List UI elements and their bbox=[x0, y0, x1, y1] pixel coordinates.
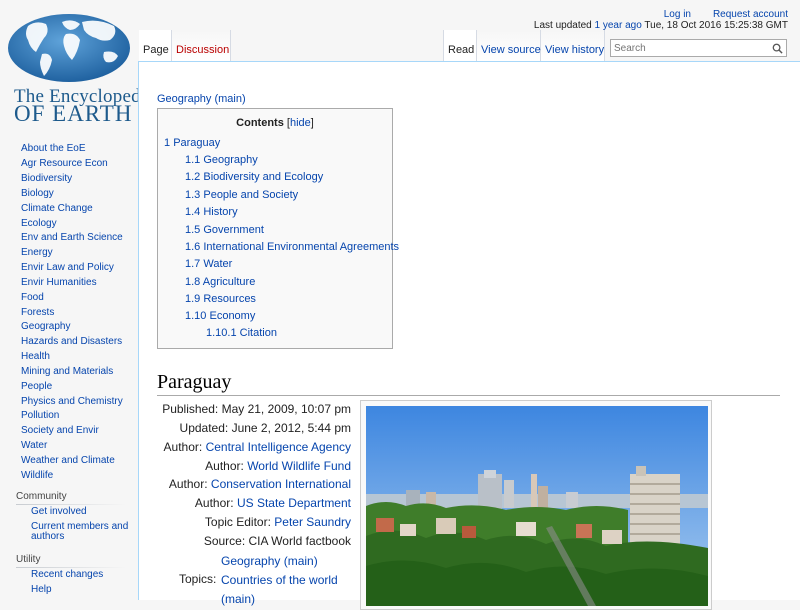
sidebar-item-society-envir[interactable]: Society and Envir bbox=[21, 425, 99, 436]
sidebar-item-envir-law-policy[interactable]: Envir Law and Policy bbox=[21, 262, 114, 273]
sidebar-item-people[interactable]: People bbox=[21, 381, 52, 392]
category-link[interactable]: Geography (main) bbox=[157, 93, 246, 105]
sidebar-item-health[interactable]: Health bbox=[21, 351, 50, 362]
topic-link[interactable]: (main) bbox=[221, 592, 255, 606]
search-input[interactable] bbox=[612, 41, 766, 55]
meta-author: Author: Central Intelligence Agency bbox=[163, 440, 351, 454]
sidebar-item-agr-resource-econ[interactable]: Agr Resource Econ bbox=[21, 158, 108, 169]
sidebar-item-climate-change[interactable]: Climate Change bbox=[21, 203, 93, 214]
author-link[interactable]: US State Department bbox=[237, 496, 351, 510]
sidebar-item-envir-humanities[interactable]: Envir Humanities bbox=[21, 277, 97, 288]
meta-updated: Updated: June 2, 2012, 5:44 pm bbox=[179, 421, 351, 435]
site-logo[interactable]: The Encyclopedia OF EARTH bbox=[4, 10, 155, 126]
author-link[interactable]: World Wildlife Fund bbox=[247, 459, 351, 473]
sidebar-item-recent-changes[interactable]: Recent changes bbox=[31, 570, 103, 580]
tab-view-source[interactable]: View source bbox=[477, 30, 541, 61]
meta-author: Author: Conservation International bbox=[168, 477, 351, 491]
sidebar-item-physics-chemistry[interactable]: Physics and Chemistry bbox=[21, 396, 123, 407]
tab-page[interactable]: Page bbox=[139, 30, 172, 61]
page-title: Paraguay bbox=[157, 371, 232, 393]
toc-hide-bracket: [hide] bbox=[286, 117, 314, 129]
sidebar-item-water[interactable]: Water bbox=[21, 440, 47, 451]
search-box bbox=[610, 39, 787, 57]
logo-title-line2: OF EARTH bbox=[14, 101, 133, 126]
sidebar-item-mining-materials[interactable]: Mining and Materials bbox=[21, 366, 113, 377]
globe-icon bbox=[8, 14, 130, 82]
topics-label: Topics: bbox=[179, 572, 217, 586]
toc-item[interactable]: 1.5 Government bbox=[185, 224, 264, 236]
sidebar-item-biology[interactable]: Biology bbox=[21, 188, 54, 199]
city-photo-frame bbox=[360, 400, 712, 610]
meta-source: Source: CIA World factbook bbox=[203, 534, 351, 548]
community-divider bbox=[16, 504, 126, 505]
sidebar-item-food[interactable]: Food bbox=[21, 292, 44, 303]
meta-author: Author: US State Department bbox=[194, 496, 351, 510]
topic-link[interactable]: Countries of the world bbox=[221, 573, 338, 587]
sidebar-item-about[interactable]: About the EoE bbox=[21, 143, 86, 154]
sidebar-item-env-earth-science[interactable]: Env and Earth Science bbox=[21, 232, 123, 243]
author-link[interactable]: Conservation International bbox=[211, 477, 351, 491]
sidebar-item-help[interactable]: Help bbox=[31, 585, 52, 595]
toc-item[interactable]: 1.6 International Environmental Agreemen… bbox=[185, 241, 399, 253]
tab-discussion[interactable]: Discussion bbox=[172, 30, 231, 61]
sidebar-item-biodiversity[interactable]: Biodiversity bbox=[21, 173, 72, 184]
toc-header: Contents [hide] bbox=[158, 117, 392, 129]
topic-link[interactable]: Geography (main) bbox=[221, 554, 318, 568]
tab-view-history[interactable]: View history bbox=[541, 30, 605, 61]
sidebar-item-energy[interactable]: Energy bbox=[21, 247, 53, 258]
utility-heading: Utility bbox=[16, 554, 41, 565]
title-divider bbox=[157, 395, 780, 396]
toc-item[interactable]: 1.1 Geography bbox=[185, 154, 258, 166]
login-link[interactable]: Log in bbox=[664, 9, 691, 20]
sidebar-item-wildlife[interactable]: Wildlife bbox=[21, 470, 53, 481]
sidebar-item-hazards-disasters[interactable]: Hazards and Disasters bbox=[21, 336, 122, 347]
meta-published: Published: May 21, 2009, 10:07 pm bbox=[162, 402, 351, 416]
toc-item[interactable]: 1.9 Resources bbox=[185, 293, 256, 305]
search-icon[interactable] bbox=[772, 43, 783, 54]
topic-editor-link[interactable]: Peter Saundry bbox=[274, 515, 351, 529]
sidebar-item-geography[interactable]: Geography bbox=[21, 321, 70, 332]
request-account-link[interactable]: Request account bbox=[713, 9, 788, 20]
author-link[interactable]: Central Intelligence Agency bbox=[206, 440, 351, 454]
utility-divider bbox=[16, 567, 126, 568]
meta-topic-editor: Topic Editor: Peter Saundry bbox=[204, 515, 351, 529]
toc-item[interactable]: 1.10 Economy bbox=[185, 310, 255, 322]
sidebar-item-pollution[interactable]: Pollution bbox=[21, 410, 59, 421]
meta-author: Author: World Wildlife Fund bbox=[205, 459, 351, 473]
toc-item[interactable]: 1.10.1 Citation bbox=[206, 327, 277, 339]
community-heading: Community bbox=[16, 491, 67, 502]
last-updated-date: Tue, 18 Oct 2016 15:25:38 GMT bbox=[644, 20, 788, 31]
sidebar-item-get-involved[interactable]: Get involved bbox=[31, 507, 87, 517]
article-meta: Published: May 21, 2009, 10:07 pm Update… bbox=[157, 400, 355, 606]
toc-hide-link[interactable]: hide bbox=[290, 117, 311, 129]
sidebar-item-forests[interactable]: Forests bbox=[21, 307, 54, 318]
table-of-contents: Contents [hide] 1 Paraguay 1.1 Geography… bbox=[157, 108, 399, 349]
toc-item[interactable]: 1.4 History bbox=[185, 206, 238, 218]
sidebar-item-ecology[interactable]: Ecology bbox=[21, 218, 57, 229]
toc-item[interactable]: 1 Paraguay bbox=[164, 137, 220, 149]
sidebar-item-weather-climate[interactable]: Weather and Climate bbox=[21, 455, 115, 466]
toc-title: Contents bbox=[236, 117, 284, 129]
toc-item[interactable]: 1.3 People and Society bbox=[185, 189, 298, 201]
toc-item[interactable]: 1.2 Biodiversity and Ecology bbox=[185, 171, 323, 183]
tab-read[interactable]: Read bbox=[443, 30, 477, 61]
toc-item[interactable]: 1.7 Water bbox=[185, 258, 232, 270]
city-skyline-image[interactable] bbox=[366, 406, 708, 606]
sidebar-item-current-members[interactable]: Current members and authors bbox=[31, 522, 131, 542]
toc-item[interactable]: 1.8 Agriculture bbox=[185, 276, 255, 288]
